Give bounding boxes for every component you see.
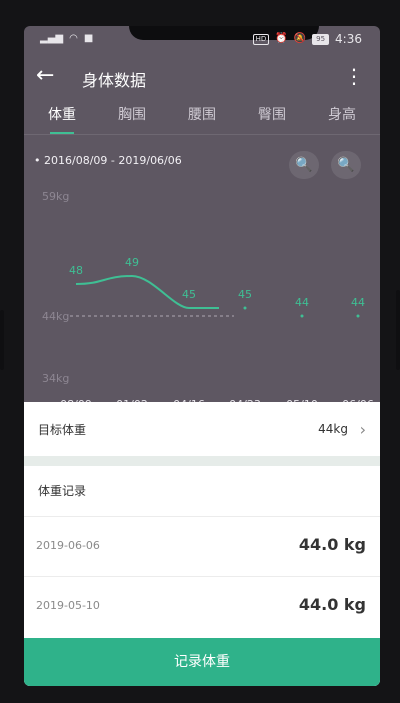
records-title: 体重记录: [38, 484, 87, 498]
bullet-icon: •: [34, 154, 41, 167]
screen: ▂▄▆ ◠ ■ HD ⏰ 🔕 95 4:36 ← 身体数据 ⋮ 体重 胸围 腰围…: [24, 26, 380, 686]
arrow-left-icon[interactable]: ←: [36, 64, 54, 88]
data-label: 45: [238, 288, 252, 301]
tab-height[interactable]: 身高: [316, 104, 368, 134]
content-panel: 目标体重 44kg › 体重记录 2019-06-06 44.0 kg 2019…: [24, 402, 380, 686]
data-label: 45: [182, 288, 196, 301]
page-title: 身体数据: [82, 71, 147, 90]
tab-waist[interactable]: 腰围: [176, 104, 228, 134]
mute-icon: 🔕: [293, 33, 307, 44]
record-row[interactable]: 2019-05-10 44.0 kg: [24, 576, 380, 635]
record-value: 44.0 kg: [298, 595, 366, 614]
record-date: 2019-05-10: [36, 599, 100, 612]
data-point: [243, 306, 247, 310]
record-date: 2019-06-06: [36, 539, 100, 552]
y-tick-label: 34kg: [42, 372, 69, 385]
zoom-in-icon[interactable]: 🔍: [331, 151, 361, 179]
record-value: 44.0 kg: [298, 535, 366, 554]
tab-hip[interactable]: 臀围: [246, 104, 298, 134]
y-tick-label: 44kg: [42, 310, 69, 323]
date-range-text: 2016/08/09 - 2019/06/06: [44, 154, 182, 167]
notification-icon: ■: [83, 33, 94, 44]
side-button: [0, 310, 4, 370]
weight-chart: 59kg44kg34kg48494545444408/0901/0204/160…: [42, 190, 374, 411]
tab-weight[interactable]: 体重: [36, 104, 88, 134]
app-bar: ← 身体数据 ⋮: [24, 60, 380, 96]
battery-icon: 95: [312, 33, 330, 45]
hd-icon: HD: [252, 33, 270, 45]
section-divider: [24, 456, 380, 466]
side-button: [396, 290, 400, 370]
series-line: [75, 274, 219, 309]
more-vert-icon[interactable]: ⋮: [344, 65, 364, 87]
status-bar: ▂▄▆ ◠ ■ HD ⏰ 🔕 95 4:36: [24, 26, 380, 52]
date-range: • 2016/08/09 - 2019/06/06: [34, 154, 182, 167]
data-point: [356, 314, 360, 318]
data-label: 44: [295, 296, 309, 309]
goal-weight-label: 目标体重: [38, 422, 87, 437]
goal-weight-row[interactable]: 目标体重 44kg ›: [24, 402, 380, 456]
y-tick-label: 59kg: [42, 190, 69, 203]
record-weight-button[interactable]: 记录体重: [24, 638, 380, 686]
tab-bar: 体重 胸围 腰围 臀围 身高: [24, 104, 380, 134]
zoom-out-icon[interactable]: 🔍: [289, 151, 319, 179]
goal-weight-value: 44kg: [318, 422, 348, 436]
data-label: 49: [125, 256, 139, 269]
signal-icon: ▂▄▆: [40, 33, 64, 44]
tab-divider: [24, 134, 380, 135]
phone-frame: ▂▄▆ ◠ ■ HD ⏰ 🔕 95 4:36 ← 身体数据 ⋮ 体重 胸围 腰围…: [0, 0, 400, 703]
data-label: 44: [351, 296, 365, 309]
status-time: 4:36: [335, 32, 362, 46]
data-point: [300, 314, 304, 318]
tab-chest[interactable]: 胸围: [106, 104, 158, 134]
record-row[interactable]: 2019-06-06 44.0 kg: [24, 516, 380, 575]
chevron-right-icon: ›: [359, 419, 366, 439]
data-label: 48: [69, 264, 83, 277]
alarm-icon: ⏰: [275, 33, 288, 44]
wifi-icon: ◠: [69, 33, 78, 44]
